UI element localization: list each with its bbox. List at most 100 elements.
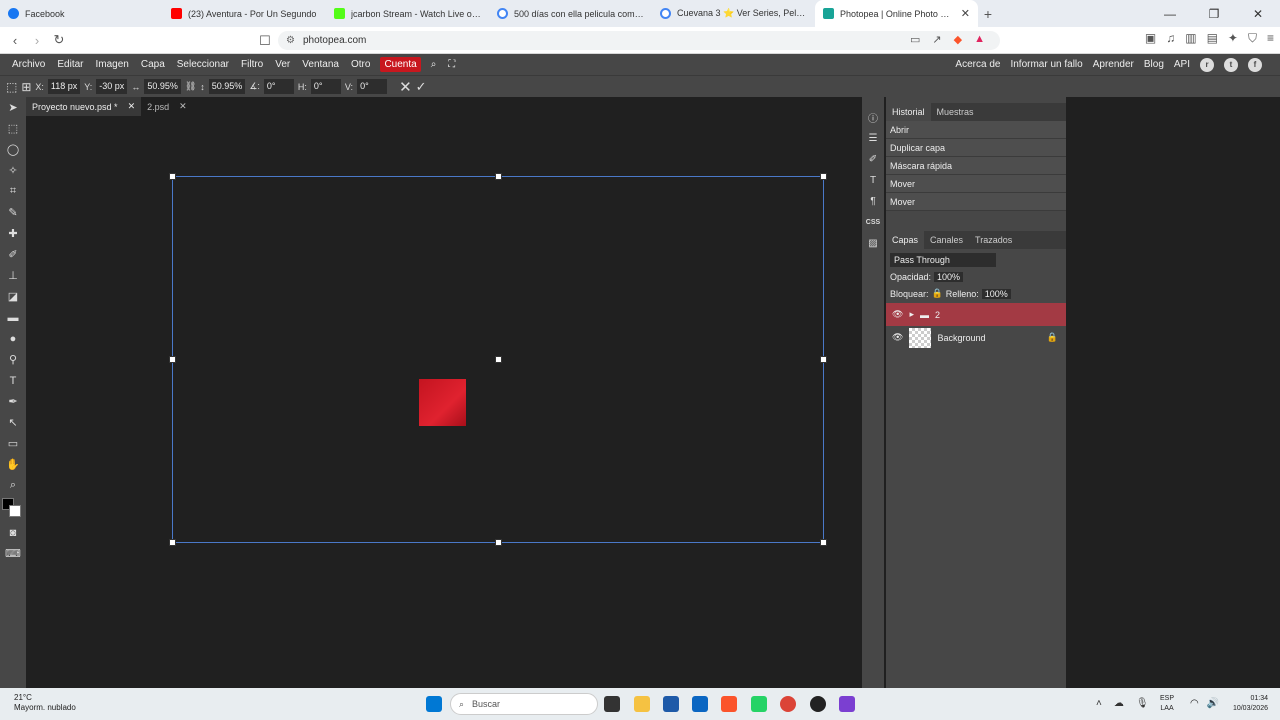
lock-icon[interactable]: 🔒 bbox=[932, 288, 943, 299]
close-doc-icon[interactable]: ✕ bbox=[179, 101, 187, 112]
facebook-social-icon[interactable]: f bbox=[1248, 57, 1262, 72]
doc-tab-proyecto[interactable]: Proyecto nuevo.psd * ✕ bbox=[26, 97, 142, 116]
clock[interactable]: 01:34 10/03/2026 bbox=[1224, 694, 1268, 714]
color-swatches-icon[interactable] bbox=[0, 496, 26, 522]
handle-top-center[interactable] bbox=[495, 173, 502, 180]
brush-tool-icon[interactable]: ✐ bbox=[0, 244, 26, 265]
commit-transform-icon[interactable]: ✓ bbox=[416, 79, 427, 95]
hskew-input[interactable]: 0° bbox=[310, 79, 341, 94]
zoom-tool-icon[interactable]: ⌕ bbox=[0, 475, 26, 496]
expand-arrow-icon[interactable]: ▸ bbox=[909, 309, 914, 320]
history-item[interactable]: Mover bbox=[886, 175, 1066, 193]
angle-input[interactable]: 0° bbox=[263, 79, 294, 94]
marquee-tool-icon[interactable]: ⬚ bbox=[0, 118, 26, 139]
info-icon[interactable]: ⓘ bbox=[862, 107, 884, 128]
back-icon[interactable]: ‹ bbox=[4, 33, 26, 48]
history-item[interactable]: Mover bbox=[886, 193, 1066, 211]
sidebar-icon[interactable]: ▣ bbox=[1145, 31, 1156, 46]
handle-center[interactable] bbox=[495, 356, 502, 363]
cast-icon[interactable]: ▭ bbox=[910, 33, 920, 46]
tab-trazados[interactable]: Trazados bbox=[969, 231, 1018, 249]
red-image-object[interactable] bbox=[419, 379, 466, 426]
link-blog[interactable]: Blog bbox=[1144, 59, 1164, 70]
browser-tab-active[interactable]: Photopea | Online Photo Editor ✕ bbox=[815, 0, 978, 27]
doc-tab-2psd[interactable]: 2.psd ✕ bbox=[141, 97, 193, 116]
menu-seleccionar[interactable]: Seleccionar bbox=[171, 54, 235, 75]
type-tool-icon[interactable]: T bbox=[0, 370, 26, 391]
wifi-icon[interactable]: ◠ bbox=[1190, 698, 1199, 709]
task-view-icon[interactable] bbox=[604, 696, 620, 712]
reference-point-icon[interactable]: ⊞ bbox=[21, 80, 31, 94]
menu-otro[interactable]: Otro bbox=[345, 54, 376, 75]
fullscreen-icon[interactable]: ⛶ bbox=[442, 54, 461, 75]
x-input[interactable]: 118 px bbox=[47, 79, 81, 94]
tab-historial[interactable]: Historial bbox=[886, 103, 931, 121]
move-tool-icon[interactable]: ➤ bbox=[0, 97, 26, 118]
search-icon[interactable]: ⌕ bbox=[425, 54, 443, 75]
gradient-tool-icon[interactable]: ▬ bbox=[0, 307, 26, 328]
height-input[interactable]: 50.95% bbox=[208, 79, 246, 94]
close-doc-icon[interactable]: ✕ bbox=[128, 101, 136, 112]
onedrive-icon[interactable]: ☁ bbox=[1114, 698, 1124, 709]
url-field[interactable]: ⚙ photopea.com bbox=[278, 31, 1000, 50]
browser-tab[interactable]: jcarbon Stream - Watch Live on Kick bbox=[326, 0, 489, 27]
menu-imagen[interactable]: Imagen bbox=[89, 54, 134, 75]
forward-icon[interactable]: › bbox=[26, 33, 48, 48]
panel-icon[interactable]: ▥ bbox=[1185, 31, 1196, 46]
handle-top-left[interactable] bbox=[169, 173, 176, 180]
windows-start-icon[interactable] bbox=[426, 696, 442, 712]
history-item[interactable]: Duplicar capa bbox=[886, 139, 1066, 157]
dodge-tool-icon[interactable]: ⚲ bbox=[0, 349, 26, 370]
layer-row[interactable]: 👁 Background 🔒 bbox=[886, 326, 1066, 349]
history-item[interactable]: Máscara rápida bbox=[886, 157, 1066, 175]
brave-icon[interactable] bbox=[721, 696, 737, 712]
image-icon[interactable]: ▨ bbox=[862, 233, 884, 254]
menu-ventana[interactable]: Ventana bbox=[296, 54, 345, 75]
character-icon[interactable]: T bbox=[862, 170, 884, 191]
close-window-icon[interactable]: ✕ bbox=[1236, 0, 1280, 27]
site-info-icon[interactable]: ⚙ bbox=[286, 35, 295, 46]
menu-filtro[interactable]: Filtro bbox=[235, 54, 269, 75]
css-icon[interactable]: CSS bbox=[862, 212, 884, 233]
vpn-icon[interactable]: ⛉ bbox=[1248, 31, 1257, 46]
tray-expand-icon[interactable]: ˄ bbox=[1096, 698, 1102, 709]
taskbar-search[interactable]: ⌕ Buscar bbox=[450, 693, 598, 715]
screen-mode-icon[interactable]: ⌨ bbox=[0, 543, 26, 564]
cancel-transform-icon[interactable]: ✕ bbox=[399, 78, 412, 96]
tab-muestras[interactable]: Muestras bbox=[931, 103, 980, 121]
handle-middle-left[interactable] bbox=[169, 356, 176, 363]
ai-icon[interactable]: ✦ bbox=[1228, 31, 1238, 46]
menu-archivo[interactable]: Archivo bbox=[6, 54, 51, 75]
healing-brush-icon[interactable]: ✚ bbox=[0, 223, 26, 244]
brush-settings-icon[interactable]: ✐ bbox=[862, 149, 884, 170]
whatsapp-icon[interactable] bbox=[751, 696, 767, 712]
visibility-eye-icon[interactable]: 👁 bbox=[892, 309, 903, 320]
vskew-input[interactable]: 0° bbox=[357, 79, 388, 94]
adjustments-icon[interactable]: ☰ bbox=[862, 128, 884, 149]
path-select-icon[interactable]: ↖ bbox=[0, 412, 26, 433]
width-input[interactable]: 50.95% bbox=[144, 79, 181, 94]
browser-tab[interactable]: (23) Aventura - Por Un Segundo bbox=[163, 0, 326, 27]
pen-tool-icon[interactable]: ✒ bbox=[0, 391, 26, 412]
restore-icon[interactable]: ❐ bbox=[1192, 0, 1236, 27]
crop-tool-icon[interactable]: ⌗ bbox=[0, 181, 26, 202]
menu-editar[interactable]: Editar bbox=[51, 54, 89, 75]
eraser-tool-icon[interactable]: ◪ bbox=[0, 286, 26, 307]
handle-bottom-right[interactable] bbox=[820, 539, 827, 546]
link-aprender[interactable]: Aprender bbox=[1093, 59, 1134, 70]
visibility-eye-icon[interactable]: 👁 bbox=[892, 332, 903, 343]
layer-row[interactable]: 👁 ▸ ▬ 2 bbox=[886, 303, 1066, 326]
account-button[interactable]: Cuenta bbox=[380, 57, 421, 72]
chrome-icon[interactable] bbox=[780, 696, 796, 712]
share-icon[interactable]: ↗ bbox=[932, 33, 941, 46]
link-api[interactable]: API bbox=[1174, 59, 1190, 70]
handle-middle-right[interactable] bbox=[820, 356, 827, 363]
reddit-icon[interactable]: r bbox=[1200, 57, 1214, 72]
y-input[interactable]: -30 px bbox=[96, 79, 128, 94]
bookmark-icon[interactable]: ☐ bbox=[254, 33, 276, 49]
lasso-tool-icon[interactable]: ◯ bbox=[0, 139, 26, 160]
reload-icon[interactable]: ↻ bbox=[48, 32, 70, 48]
menu-ver[interactable]: Ver bbox=[269, 54, 296, 75]
quick-mask-icon[interactable]: ◙ bbox=[0, 522, 26, 543]
weather-widget[interactable]: 21°C Mayorm. nublado bbox=[14, 693, 76, 713]
